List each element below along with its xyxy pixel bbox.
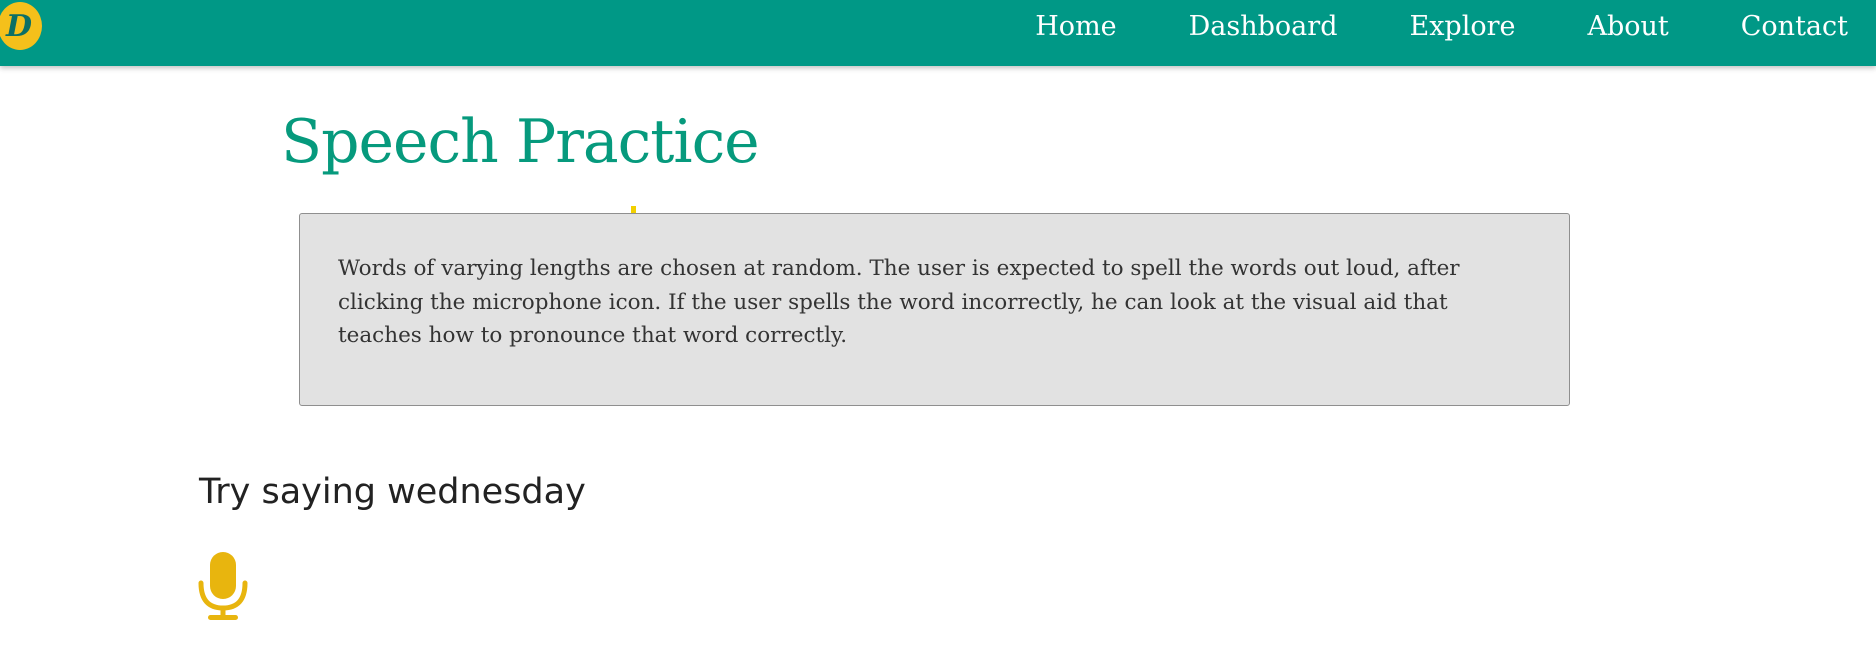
microphone-icon[interactable]	[197, 552, 249, 622]
nav-link-home[interactable]: Home	[1035, 11, 1116, 42]
nav-link-dashboard[interactable]: Dashboard	[1189, 11, 1338, 42]
description-text: Words of varying lengths are chosen at r…	[338, 256, 1460, 348]
nav-link-explore[interactable]: Explore	[1409, 11, 1515, 42]
logo-icon[interactable]: D	[0, 1, 43, 51]
description-panel: Words of varying lengths are chosen at r…	[299, 213, 1570, 406]
nav-link-contact[interactable]: Contact	[1741, 11, 1848, 42]
logo-letter: D	[5, 9, 32, 44]
nav-link-about[interactable]: About	[1587, 11, 1668, 42]
page-title: Speech Practice	[281, 107, 760, 177]
navbar: D Home Dashboard Explore About Contact	[0, 0, 1876, 66]
nav-links: Home Dashboard Explore About Contact	[1035, 0, 1876, 53]
prompt-text: Try saying wednesday	[199, 472, 586, 512]
